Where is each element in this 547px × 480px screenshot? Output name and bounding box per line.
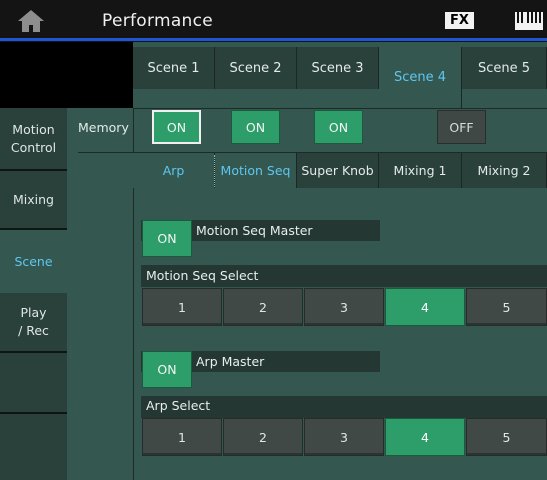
tab-mixing-1[interactable]: Mixing 1 [379, 153, 462, 188]
tab-motion-seq[interactable]: Motion Seq [215, 153, 297, 188]
motion-seq-select-label: Motion Seq Select [146, 268, 259, 283]
tab-scene-3[interactable]: Scene 3 [297, 47, 379, 89]
divider [133, 108, 547, 109]
sidebar-item-motion-control[interactable]: Motion Control [0, 108, 67, 171]
header-bar: Performance FX [0, 0, 547, 42]
fx-button[interactable]: FX [445, 12, 474, 29]
arp-select-1[interactable]: 1 [142, 418, 222, 456]
memory-arp-on-button[interactable]: ON [152, 110, 201, 144]
tab-scene-1[interactable]: Scene 1 [133, 47, 215, 89]
arp-select-5[interactable]: 5 [466, 418, 547, 456]
motion-seq-select-2[interactable]: 2 [223, 288, 303, 326]
memory-mixing-off-button[interactable]: OFF [437, 110, 486, 144]
motion-seq-master-on-button[interactable]: ON [142, 220, 192, 257]
memory-label: Memory [78, 120, 129, 135]
tab-super-knob[interactable]: Super Knob [297, 153, 379, 188]
tab-scene-4[interactable]: Scene 4 [379, 47, 462, 108]
top-left-blank [0, 42, 133, 108]
tab-scene-5[interactable]: Scene 5 [462, 47, 547, 89]
memory-super-knob-on-button[interactable]: ON [314, 110, 363, 144]
arp-select-3[interactable]: 3 [304, 418, 384, 456]
header-accent-line [0, 38, 547, 41]
arp-master-on-button[interactable]: ON [142, 351, 192, 388]
sidebar-item-mixing[interactable]: Mixing [0, 171, 67, 230]
sidebar-item-empty-2 [0, 414, 67, 480]
tab-scene-2[interactable]: Scene 2 [215, 47, 297, 89]
page-title: Performance [102, 11, 214, 31]
arp-select-2[interactable]: 2 [223, 418, 303, 456]
motion-seq-select-4[interactable]: 4 [385, 288, 465, 326]
arp-master-label: Arp Master [196, 354, 265, 369]
sidebar-item-scene[interactable]: Scene [0, 230, 67, 293]
tab-separator [214, 155, 215, 187]
motion-seq-select-1[interactable]: 1 [142, 288, 222, 326]
tab-mixing-2[interactable]: Mixing 2 [462, 153, 547, 188]
arp-select-label: Arp Select [146, 398, 211, 413]
motion-seq-master-label: Motion Seq Master [196, 223, 313, 238]
keyboard-icon[interactable] [515, 12, 543, 30]
motion-seq-select-5[interactable]: 5 [466, 288, 547, 326]
motion-seq-select-3[interactable]: 3 [304, 288, 384, 326]
sidebar-item-empty-1 [0, 353, 67, 414]
memory-motion-seq-on-button[interactable]: ON [231, 110, 280, 144]
sidebar-item-play-rec[interactable]: Play / Rec [0, 293, 67, 353]
arp-select-4[interactable]: 4 [385, 418, 465, 456]
tab-arp[interactable]: Arp [133, 153, 215, 188]
home-icon[interactable] [16, 8, 46, 34]
